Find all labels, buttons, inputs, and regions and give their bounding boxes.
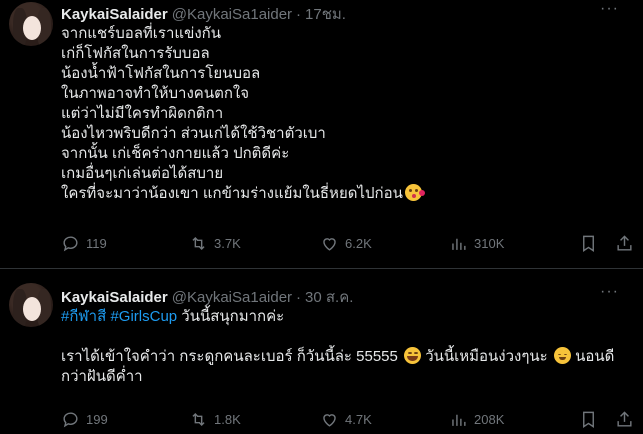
like-count: 6.2K bbox=[345, 236, 372, 251]
bookmark-button[interactable] bbox=[579, 234, 598, 253]
tweet-line-text: เราได้เข้าใจคำว่า กระดูกคนละเบอร์ ก็วันน… bbox=[61, 348, 398, 365]
views-chart-icon bbox=[452, 414, 466, 426]
user-handle[interactable]: @KaykaiSa1aider bbox=[172, 6, 292, 23]
share-icon bbox=[617, 411, 632, 427]
tweet-line: แต่ว่าไม่มีใครทำผิดกติกา bbox=[61, 105, 224, 122]
reply-button[interactable]: 199 bbox=[61, 410, 108, 429]
views-button[interactable]: 208K bbox=[449, 410, 504, 429]
action-bar: 119 3.7K 6.2K 310K bbox=[61, 234, 636, 254]
repost-button[interactable]: 1.8K bbox=[189, 410, 241, 429]
view-count: 208K bbox=[474, 412, 505, 427]
like-button[interactable]: 4.7K bbox=[320, 410, 372, 429]
display-name[interactable]: KaykaiSalaider bbox=[61, 289, 168, 306]
user-handle[interactable]: @KaykaiSa1aider bbox=[172, 289, 292, 306]
action-bar: 199 1.8K 4.7K 208K bbox=[61, 410, 636, 430]
tweet-text: จากแชร์บอลที่เราแข่งกัน เก่ก็โฟกัสในการร… bbox=[61, 24, 425, 204]
reply-icon bbox=[63, 412, 78, 428]
tweet-header: KaykaiSalaider @KaykaiSa1aider · 17ชม. bbox=[61, 2, 346, 26]
repost-count: 1.8K bbox=[214, 412, 241, 427]
tweet[interactable]: KaykaiSalaider @KaykaiSa1aider · 30 ส.ค.… bbox=[0, 269, 643, 434]
more-options-icon[interactable]: ··· bbox=[600, 283, 619, 301]
view-count: 310K bbox=[474, 236, 505, 251]
share-button[interactable] bbox=[615, 410, 634, 429]
tweet-line-last: ใครที่จะมาว่าน้องเขา แกข้ามร่างแย้มในธี่… bbox=[61, 184, 425, 204]
tweet-line-text: นอนดี bbox=[570, 348, 615, 365]
timestamp[interactable]: 30 ส.ค. bbox=[305, 285, 353, 309]
like-count: 4.7K bbox=[345, 412, 372, 427]
views-button[interactable]: 310K bbox=[449, 234, 504, 253]
kiss-emoji-icon bbox=[404, 184, 425, 201]
tweet-line: จากแชร์บอลที่เราแข่งกัน bbox=[61, 25, 221, 42]
tweet-header: KaykaiSalaider @KaykaiSa1aider · 30 ส.ค. bbox=[61, 285, 353, 309]
tweet-line: ในภาพอาจทำให้บางคนตกใจ bbox=[61, 85, 250, 102]
bookmark-button[interactable] bbox=[579, 410, 598, 429]
tweet-line-text: วันนี้สนุกมากค่ะ bbox=[177, 308, 285, 325]
tweet-line: เก่ก็โฟกัสในการรับบอล bbox=[61, 45, 210, 62]
tweet[interactable]: KaykaiSalaider @KaykaiSa1aider · 17ชม. ·… bbox=[0, 0, 643, 268]
reply-count: 199 bbox=[86, 412, 108, 427]
separator-dot: · bbox=[296, 289, 302, 306]
tweet-line: น้องไหวพริบดีกว่า ส่วนเก่ได้ใช้วิชาตัวเบ… bbox=[61, 125, 326, 142]
tweet-line: จากนั้น เก่เช็คร่างกายแล้ว ปกติดีค่ะ bbox=[61, 145, 290, 162]
repost-icon bbox=[192, 236, 205, 251]
share-icon bbox=[617, 235, 632, 251]
reply-count: 119 bbox=[86, 236, 107, 251]
bookmark-icon bbox=[583, 235, 594, 252]
sleepy-emoji-icon bbox=[553, 347, 571, 364]
share-button[interactable] bbox=[615, 234, 634, 253]
repost-icon bbox=[192, 412, 205, 427]
tweet-line: น้องน้ำฟ้าโฟกัสในการโยนบอล bbox=[61, 65, 261, 82]
hashtag-link[interactable]: #GirlsCup bbox=[110, 308, 177, 325]
timestamp[interactable]: 17ชม. bbox=[305, 2, 346, 26]
tweet-line: #กีฬาสี #GirlsCup วันนี้สนุกมากค่ะ bbox=[61, 307, 614, 327]
tweet-line: กว่าฝันดีค่ำา bbox=[61, 368, 143, 385]
like-button[interactable]: 6.2K bbox=[320, 234, 372, 253]
avatar[interactable] bbox=[9, 2, 53, 46]
display-name[interactable]: KaykaiSalaider bbox=[61, 6, 168, 23]
separator-dot: · bbox=[296, 6, 302, 23]
more-options-icon[interactable]: ··· bbox=[600, 0, 619, 18]
bookmark-icon bbox=[583, 411, 594, 428]
tweet-line-text: วันนี้เหมือนง่วงๆนะ bbox=[421, 348, 552, 365]
reply-button[interactable]: 119 bbox=[61, 234, 107, 253]
avatar[interactable] bbox=[9, 283, 53, 327]
heart-icon bbox=[323, 238, 336, 251]
repost-button[interactable]: 3.7K bbox=[189, 234, 241, 253]
views-chart-icon bbox=[452, 238, 466, 250]
tweet-text: #กีฬาสี #GirlsCup วันนี้สนุกมากค่ะ เราได… bbox=[61, 307, 614, 387]
laughing-emoji-icon bbox=[404, 347, 422, 364]
tweet-line: เกมอื่นๆเก่เล่นต่อได้สบาย bbox=[61, 165, 224, 182]
repost-count: 3.7K bbox=[214, 236, 241, 251]
reply-icon bbox=[63, 236, 78, 252]
tweet-line: เราได้เข้าใจคำว่า กระดูกคนละเบอร์ ก็วันน… bbox=[61, 347, 614, 367]
hashtag-link[interactable]: #กีฬาสี bbox=[61, 308, 106, 325]
tweet-line-text: ใครที่จะมาว่าน้องเขา แกข้ามร่างแย้มในธี่… bbox=[61, 185, 403, 202]
heart-icon bbox=[323, 414, 336, 427]
